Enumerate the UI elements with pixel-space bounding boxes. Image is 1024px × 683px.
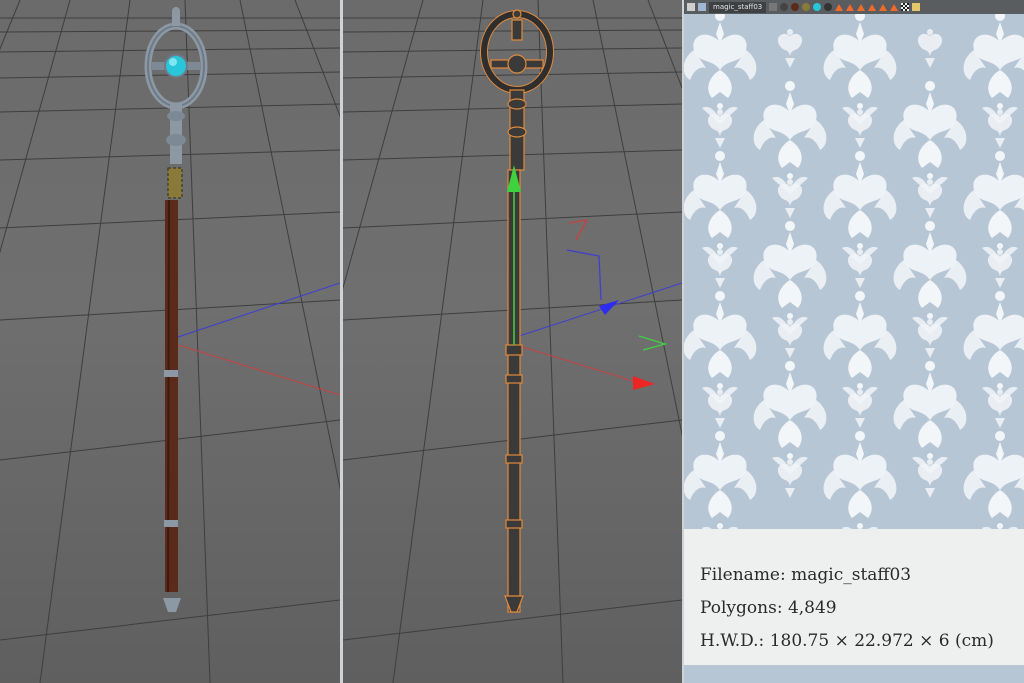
damask-pattern-image <box>684 14 1024 529</box>
axis-z <box>174 282 340 339</box>
camera-icon[interactable] <box>698 3 706 11</box>
checker-icon[interactable] <box>901 3 910 11</box>
cone-icon[interactable] <box>835 3 844 11</box>
texture-panel: magic_staff03 Filename: magic_staff03 Po… <box>684 0 1024 683</box>
sphere-icon[interactable] <box>802 3 811 11</box>
viewport-perspective-selected[interactable] <box>343 0 682 683</box>
viewport-scene <box>0 0 340 683</box>
cone-icon[interactable] <box>868 3 877 11</box>
panel-tab-label[interactable]: magic_staff03 <box>709 1 767 13</box>
magic-staff-textured <box>144 7 208 612</box>
dimensions-text: H.W.D.: 180.75 × 22.972 × 6 (cm) <box>700 631 994 651</box>
pattern-strip <box>684 665 1024 683</box>
damask-pattern <box>684 14 1024 529</box>
cone-icon[interactable] <box>857 3 866 11</box>
manipulator-z-arrow <box>599 300 619 315</box>
view-axis-gizmo <box>566 219 668 351</box>
model-info-box: Filename: magic_staff03 Polygons: 4,849 … <box>684 529 1024 665</box>
sphere-icon[interactable] <box>780 3 789 11</box>
filename-text: Filename: magic_staff03 <box>700 565 912 585</box>
sphere-icon[interactable] <box>824 3 833 11</box>
sphere-icon[interactable] <box>791 3 800 11</box>
panel-toolbar: magic_staff03 <box>684 0 1024 14</box>
manipulator-x-arrow <box>633 376 655 390</box>
polygons-text: Polygons: 4,849 <box>700 598 837 618</box>
grid-icon[interactable] <box>769 3 778 11</box>
cone-icon[interactable] <box>846 3 855 11</box>
layout-icon[interactable] <box>687 3 695 11</box>
render-icon[interactable] <box>912 3 921 11</box>
axis-x <box>512 343 644 385</box>
sphere-icon[interactable] <box>813 3 822 11</box>
viewport-perspective-textured[interactable] <box>0 0 340 683</box>
viewport-scene <box>343 0 682 683</box>
cone-icon[interactable] <box>879 3 888 11</box>
cone-icon[interactable] <box>890 3 899 11</box>
